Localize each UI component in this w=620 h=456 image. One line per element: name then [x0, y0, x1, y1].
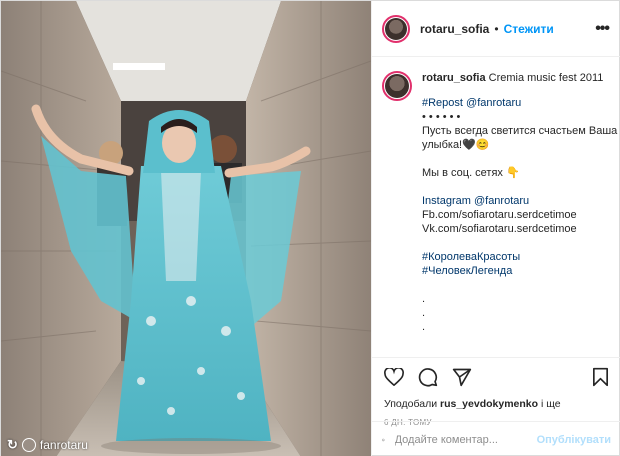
likes-user[interactable]: rus_yevdokymenko: [440, 398, 538, 410]
separator-dot: •: [494, 21, 499, 36]
publish-button[interactable]: Опублікувати: [537, 434, 611, 446]
follow-button[interactable]: Стежити: [504, 22, 554, 36]
post-header: rotaru_sofia • Стежити •••: [372, 1, 620, 57]
caption-line[interactable]: #Repost @fanrotaru: [422, 96, 612, 110]
emoji-icon[interactable]: [382, 430, 385, 450]
likes-suffix[interactable]: і ще: [541, 398, 561, 410]
watermark-handle: fanrotaru: [39, 438, 88, 452]
likes-summary: Уподобали rus_yevdokymenko і ще: [384, 398, 609, 410]
caption-header-line: rotaru_sofia Cremia music fest 2011: [422, 71, 612, 85]
caption-line: [422, 152, 612, 166]
repost-watermark: ↻ fanrotaru: [7, 437, 88, 453]
caption-username[interactable]: rotaru_sofia: [422, 72, 486, 84]
instagram-post: ↻ fanrotaru rotaru_sofia • Стежити ••• r…: [0, 0, 620, 456]
photo-illustration: [1, 1, 371, 456]
comment-icon[interactable]: [418, 367, 438, 387]
caption-line: • • • • • •: [422, 111, 461, 123]
author-avatar[interactable]: [382, 14, 410, 43]
caption-author-avatar[interactable]: [382, 71, 412, 101]
caption-line: .: [422, 307, 426, 319]
caption-line: [422, 180, 612, 194]
caption-hashtag[interactable]: #КоролеваКрасоты: [422, 250, 612, 264]
caption-block: rotaru_sofia Cremia music fest 2011 #Rep…: [382, 71, 618, 334]
save-bookmark-icon[interactable]: [592, 367, 609, 387]
post-photo[interactable]: ↻ fanrotaru: [1, 1, 371, 456]
caption-line: Мы в соц. сетях 👇: [422, 167, 520, 179]
caption-line: Fb.com/sofiarotaru.serdcetimoe: [422, 209, 577, 221]
caption-line[interactable]: Instagram @fanrotaru: [422, 194, 612, 208]
add-comment-bar: Опублікувати: [372, 421, 620, 456]
more-options-icon[interactable]: •••: [595, 20, 610, 38]
like-heart-icon[interactable]: [384, 368, 404, 386]
comment-input[interactable]: [394, 433, 537, 446]
caption-line: .: [422, 321, 426, 333]
caption-line: [422, 236, 612, 250]
caption-line: Vk.com/sofiarotaru.serdcetimoe: [422, 223, 577, 235]
action-icons: [384, 358, 609, 396]
caption-line: .: [422, 293, 426, 305]
caption-line: [422, 278, 612, 292]
post-sidebar: rotaru_sofia • Стежити ••• rotaru_sofia …: [371, 1, 620, 456]
repost-icon: ↻: [7, 437, 18, 452]
watermark-avatar: [21, 438, 36, 452]
caption-line: улыбка!🖤😊: [422, 139, 490, 151]
caption-text: rotaru_sofia Cremia music fest 2011 #Rep…: [422, 71, 618, 334]
caption-hashtag[interactable]: #ЧеловекЛегенда: [422, 264, 612, 278]
caption-title: Cremia music fest 2011: [488, 72, 604, 84]
share-icon[interactable]: [452, 367, 472, 387]
author-username[interactable]: rotaru_sofia: [420, 22, 489, 36]
comments-area: rotaru_sofia Cremia music fest 2011 #Rep…: [372, 57, 620, 357]
caption-line: Пусть всегда светится счастьем Ваша: [422, 125, 618, 137]
likes-prefix: Уподобали: [384, 398, 438, 410]
